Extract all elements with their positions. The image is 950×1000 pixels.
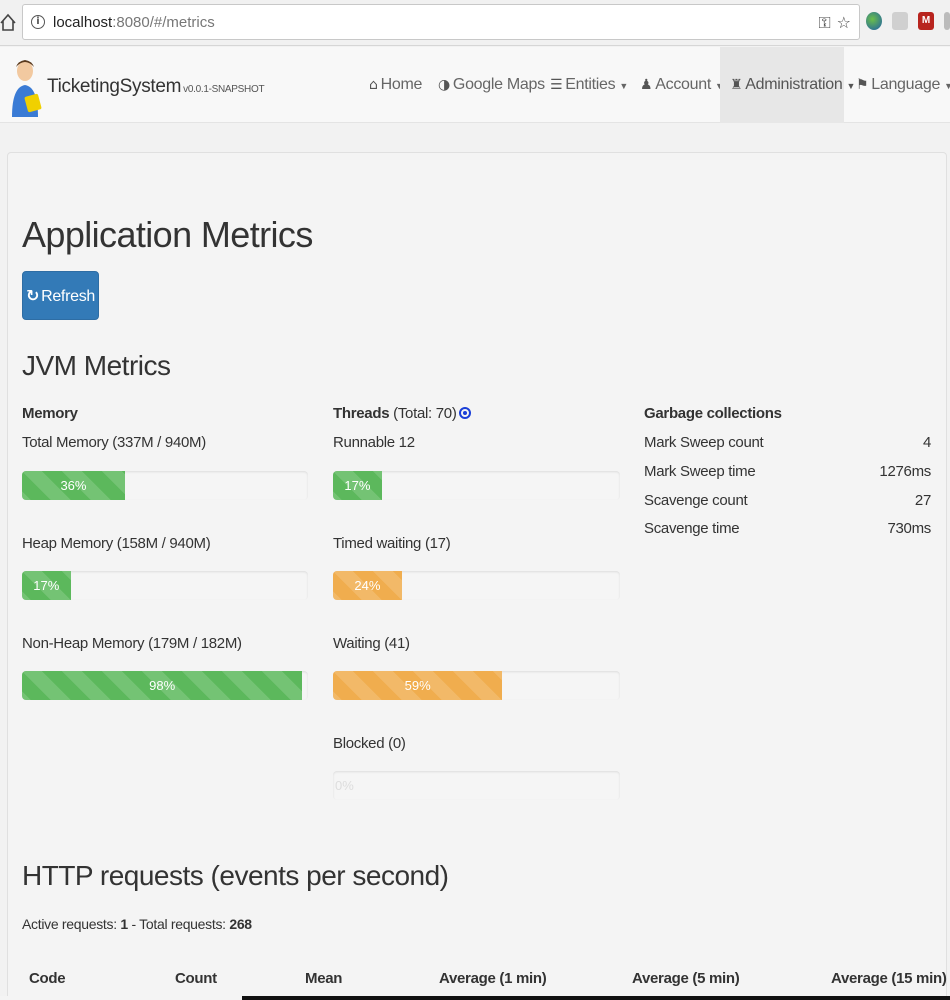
gc-label: Mark Sweep count xyxy=(644,434,764,451)
nav-google-maps[interactable]: ◑ Google Maps xyxy=(431,47,545,123)
list-icon: ☰ xyxy=(550,77,563,93)
gc-value: 1276ms xyxy=(879,463,931,480)
url-text[interactable]: localhost:8080/#/metrics xyxy=(53,14,215,31)
address-bar[interactable]: i localhost:8080/#/metrics ⚿ ☆ xyxy=(22,4,860,40)
brand[interactable]: TicketingSystem v0.0.1-SNAPSHOT xyxy=(47,76,265,98)
memory-heading: Memory xyxy=(22,405,78,422)
gc-row: Mark Sweep time 1276ms xyxy=(644,463,931,480)
column-header-average-5min: Average (5 min) xyxy=(632,970,740,987)
blocked-progress: 0% xyxy=(333,771,620,800)
column-header-average-15min: Average (15 min) xyxy=(831,970,947,987)
nav-language[interactable]: ⚑ Language ▼ xyxy=(848,47,950,123)
globe-icon: ◑ xyxy=(438,77,450,93)
threads-total: (Total: 70) xyxy=(393,405,457,422)
active-requests-count: 1 xyxy=(120,916,128,932)
runnable-bar: 17% xyxy=(333,471,382,500)
gc-label: Mark Sweep time xyxy=(644,463,756,480)
gc-label: Scavenge count xyxy=(644,492,748,509)
flag-icon: ⚑ xyxy=(856,77,869,93)
total-memory-progress: 36% xyxy=(22,471,308,500)
http-summary: Active requests: 1 - Total requests: 268 xyxy=(22,916,252,932)
key-icon[interactable]: ⚿ xyxy=(818,13,830,32)
http-requests-title: HTTP requests (events per second) xyxy=(22,860,449,891)
waiting-label: Waiting (41) xyxy=(333,635,410,652)
nav-entities[interactable]: ☰ Entities ▼ xyxy=(543,47,628,123)
extension-globe-icon[interactable] xyxy=(866,12,882,30)
column-header-code: Code xyxy=(29,970,66,987)
timed-waiting-progress: 24% xyxy=(333,571,620,600)
heap-memory-bar: 17% xyxy=(22,571,71,600)
non-heap-memory-label: Non-Heap Memory (179M / 182M) xyxy=(22,635,242,652)
gc-label: Scavenge time xyxy=(644,520,740,537)
app-navbar: TicketingSystem v0.0.1-SNAPSHOT ⌂ Home ◑ Go… xyxy=(0,47,950,123)
nav-administration[interactable]: ♜ Administration ▼ xyxy=(720,47,855,123)
gc-row: Scavenge count 27 xyxy=(644,492,931,509)
column-header-average-1min: Average (1 min) xyxy=(439,970,547,987)
info-icon[interactable]: i xyxy=(31,15,45,29)
gc-value: 4 xyxy=(922,434,931,451)
star-icon[interactable]: ☆ xyxy=(837,13,851,32)
timed-waiting-bar: 24% xyxy=(333,571,402,600)
user-icon: ♟ xyxy=(640,77,653,93)
extension-pdf-icon[interactable] xyxy=(892,12,908,30)
page-title: Application Metrics xyxy=(22,214,313,255)
caret-down-icon: ▼ xyxy=(619,81,628,91)
eye-icon[interactable] xyxy=(458,407,471,419)
heap-memory-progress: 17% xyxy=(22,571,308,600)
gc-value: 730ms xyxy=(887,520,931,537)
home-icon: ⌂ xyxy=(369,77,378,93)
column-header-count: Count xyxy=(175,970,217,987)
non-heap-memory-progress: 98% xyxy=(22,671,308,700)
heap-memory-label: Heap Memory (158M / 940M) xyxy=(22,535,211,552)
runnable-label: Runnable 12 xyxy=(333,434,415,451)
waiting-progress: 59% xyxy=(333,671,620,700)
blocked-label: Blocked (0) xyxy=(333,735,406,752)
caret-down-icon: ▼ xyxy=(944,81,950,91)
non-heap-memory-bar: 98% xyxy=(22,671,303,700)
total-requests-count: 268 xyxy=(229,916,252,932)
refresh-label: Refresh xyxy=(41,287,96,305)
tower-icon: ♜ xyxy=(730,77,743,93)
total-memory-bar: 36% xyxy=(22,471,125,500)
waiting-bar: 59% xyxy=(333,671,503,700)
gc-row: Mark Sweep count 4 xyxy=(644,434,931,451)
blocked-bar: 0% xyxy=(335,778,354,793)
gc-value: 27 xyxy=(914,492,931,509)
runnable-progress: 17% xyxy=(333,471,620,500)
total-memory-label: Total Memory (337M / 940M) xyxy=(22,434,206,451)
jvm-metrics-title: JVM Metrics xyxy=(22,350,171,381)
nav-home[interactable]: ⌂ Home xyxy=(362,47,424,123)
refresh-button[interactable]: ↻ Refresh xyxy=(22,271,99,320)
column-header-mean: Mean xyxy=(305,970,343,987)
refresh-icon: ↻ xyxy=(25,285,40,305)
browser-toolbar: i localhost:8080/#/metrics ⚿ ☆ M xyxy=(0,0,950,46)
threads-heading: Threads (Total: 70) xyxy=(333,405,471,422)
nav-account[interactable]: ♟Account▼ xyxy=(633,47,724,123)
logo-avatar-icon[interactable] xyxy=(6,55,44,117)
home-icon[interactable] xyxy=(0,10,16,34)
bottom-edge xyxy=(0,996,950,1000)
timed-waiting-label: Timed waiting (17) xyxy=(333,535,451,552)
gc-heading: Garbage collections xyxy=(644,405,782,422)
gc-row: Scavenge time 730ms xyxy=(644,520,931,537)
extension-m-icon[interactable]: M xyxy=(918,12,934,30)
extension-partial-icon[interactable] xyxy=(944,12,950,30)
